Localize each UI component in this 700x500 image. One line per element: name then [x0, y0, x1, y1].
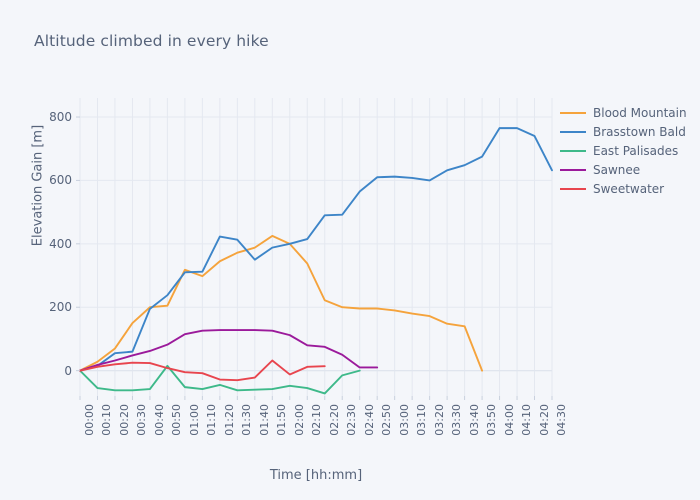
x-tick-label: 02:00 — [292, 404, 306, 436]
x-tick-label: 02:40 — [362, 404, 376, 436]
legend-color-swatch — [560, 187, 586, 190]
chart-legend: Blood Mountain Brasstown Bald East Palisad… — [560, 103, 700, 198]
x-tick-label: 02:50 — [380, 404, 394, 436]
x-tick-label: 03:30 — [450, 404, 464, 436]
legend-item-label: Sweetwater — [593, 181, 665, 196]
x-tick-label: 02:20 — [327, 404, 341, 436]
legend-item-label: Sawnee — [593, 162, 641, 177]
x-tick-label: 00:40 — [152, 404, 166, 436]
x-tick-label: 01:30 — [240, 404, 254, 436]
chart-container: Altitude climbed in every hike Elevation… — [0, 0, 700, 500]
x-tick-label: 00:30 — [135, 404, 149, 436]
y-tick-label: 0 — [64, 363, 72, 378]
x-tick-label: 01:40 — [257, 404, 271, 436]
legend-color-swatch — [560, 149, 586, 152]
x-tick-label: 02:10 — [310, 404, 324, 436]
legend-item[interactable]: Sweetwater — [560, 179, 700, 198]
x-tick-label: 04:30 — [555, 404, 568, 436]
x-tick-label: 00:20 — [117, 404, 131, 436]
x-tick-label: 04:00 — [502, 404, 516, 436]
x-tick-label: 04:10 — [520, 404, 534, 436]
x-tick-label: 03:10 — [415, 404, 429, 436]
x-tick-label: 03:40 — [467, 404, 481, 436]
x-tick-label: 00:50 — [170, 404, 184, 436]
y-tick-label: 800 — [49, 110, 72, 125]
x-tick-label: 03:00 — [397, 404, 411, 436]
x-tick-label: 03:50 — [485, 404, 499, 436]
x-tick-label: 00:10 — [100, 404, 114, 436]
x-tick-label: 02:30 — [345, 404, 359, 436]
x-tick-label: 03:20 — [432, 404, 446, 436]
legend-item[interactable]: Blood Mountain — [560, 103, 700, 122]
legend-item-label: Brasstown Bald — [593, 124, 686, 139]
legend-color-swatch — [560, 168, 586, 171]
legend-item[interactable]: East Palisades — [560, 141, 700, 160]
legend-item-label: East Palisades — [593, 143, 679, 158]
x-tick-label: 01:10 — [205, 404, 219, 436]
legend-item[interactable]: Brasstown Bald — [560, 122, 700, 141]
legend-color-swatch — [560, 111, 586, 114]
y-tick-label: 600 — [49, 173, 72, 188]
x-tick-label: 01:50 — [275, 404, 289, 436]
y-tick-label: 400 — [49, 236, 72, 251]
x-tick-label: 00:00 — [83, 404, 96, 436]
x-tick-label: 01:00 — [187, 404, 201, 436]
x-tick-label: 04:20 — [537, 404, 551, 436]
legend-color-swatch — [560, 130, 586, 133]
y-tick-label: 200 — [49, 300, 72, 315]
x-tick-label: 01:20 — [222, 404, 236, 436]
legend-item-label: Blood Mountain — [593, 105, 687, 120]
legend-item[interactable]: Sawnee — [560, 160, 700, 179]
